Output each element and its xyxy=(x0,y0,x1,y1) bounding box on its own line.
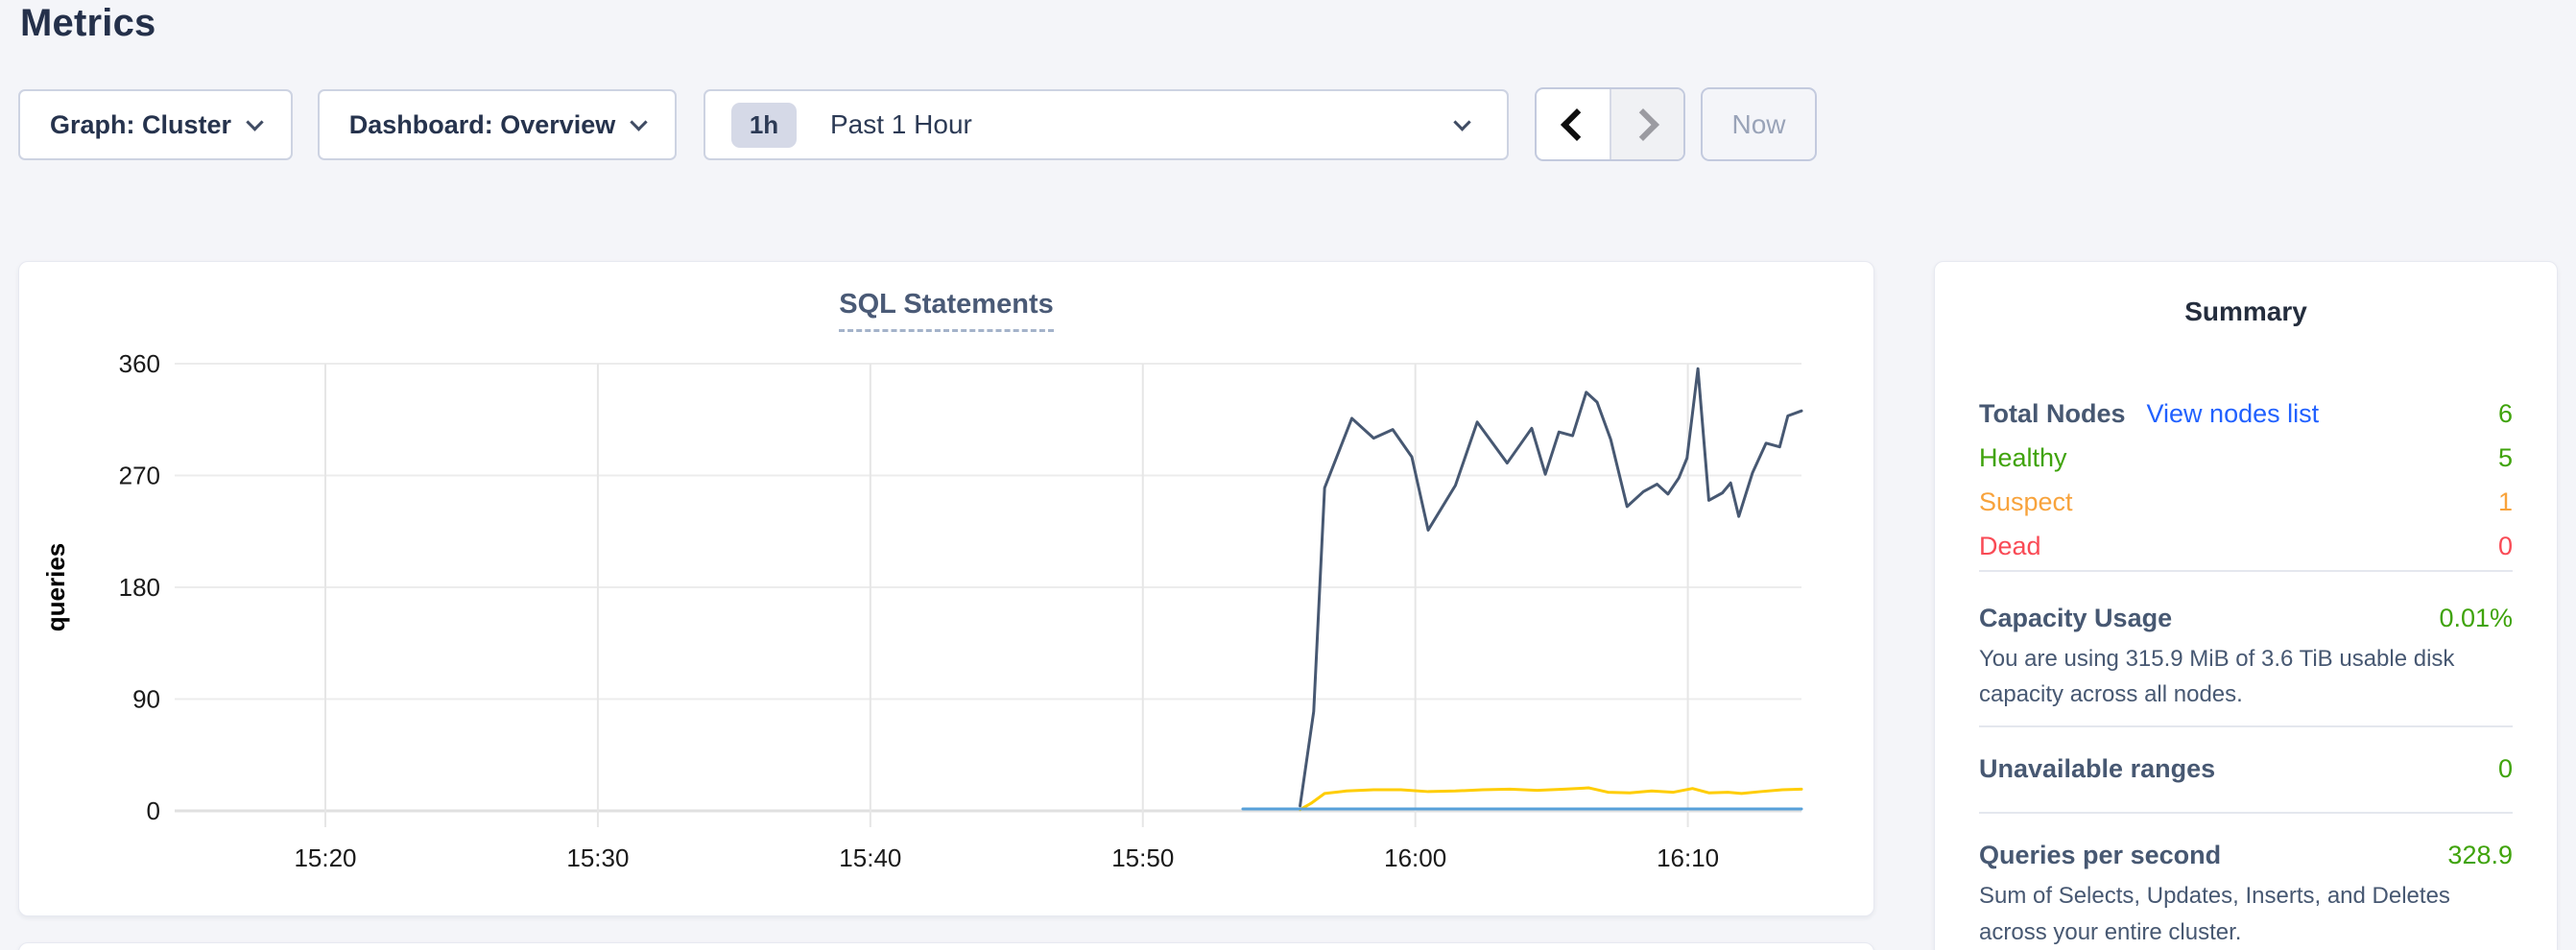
time-range-badge: 1h xyxy=(731,103,797,148)
dashboard-dropdown[interactable]: Dashboard: Overview xyxy=(318,89,677,160)
summary-title: Summary xyxy=(1979,297,2513,327)
svg-text:360: 360 xyxy=(119,349,160,378)
next-chart-card xyxy=(18,942,1874,950)
unavailable-ranges-value: 0 xyxy=(2498,754,2513,784)
chevron-left-icon xyxy=(1561,108,1593,141)
unavailable-ranges-row: Unavailable ranges 0 xyxy=(1979,754,2513,784)
capacity-usage-row: Capacity Usage 0.01% xyxy=(1979,604,2513,633)
dead-nodes-row: Dead 0 xyxy=(1979,524,2513,568)
svg-text:15:20: 15:20 xyxy=(294,843,356,872)
svg-text:0: 0 xyxy=(147,796,160,825)
healthy-label: Healthy xyxy=(1979,443,2067,473)
svg-text:16:10: 16:10 xyxy=(1657,843,1719,872)
graph-dropdown[interactable]: Graph: Cluster xyxy=(18,89,293,160)
capacity-usage-description: You are using 315.9 MiB of 3.6 TiB usabl… xyxy=(1979,641,2513,712)
sql-statements-chart-plot[interactable]: 0 90 180 270 360 15:20 15:30 15:40 15:50 16:00 16:… xyxy=(19,262,1875,917)
dead-label: Dead xyxy=(1979,532,2041,561)
dead-value: 0 xyxy=(2498,532,2513,561)
dashboard-dropdown-label: Dashboard: Overview xyxy=(349,110,616,140)
sql-statements-chart-card: SQL Statements 09018027036015:2015:3015:… xyxy=(18,261,1874,916)
page-title: Metrics xyxy=(20,2,155,45)
total-nodes-value: 6 xyxy=(2498,399,2513,429)
divider xyxy=(1979,812,2513,814)
queries-per-second-row: Queries per second 328.9 xyxy=(1979,841,2513,870)
chevron-down-icon xyxy=(631,113,648,131)
divider xyxy=(1979,570,2513,572)
unavailable-ranges-label: Unavailable ranges xyxy=(1979,754,2215,784)
chevron-down-icon xyxy=(1453,113,1470,131)
suspect-label: Suspect xyxy=(1979,487,2073,517)
queries-per-second-value: 328.9 xyxy=(2447,841,2513,870)
queries-per-second-description: Sum of Selects, Updates, Inserts, and De… xyxy=(1979,878,2513,949)
svg-text:queries: queries xyxy=(41,543,70,632)
total-nodes-row: Total Nodes View nodes list 6 xyxy=(1979,392,2513,436)
svg-text:16:00: 16:00 xyxy=(1384,843,1446,872)
divider xyxy=(1979,725,2513,727)
summary-panel: Summary Total Nodes View nodes list 6 He… xyxy=(1934,261,2558,950)
time-range-label: Past 1 Hour xyxy=(830,109,972,140)
time-range-selector[interactable]: 1h Past 1 Hour xyxy=(704,89,1509,160)
next-time-button[interactable] xyxy=(1610,89,1684,159)
svg-text:15:30: 15:30 xyxy=(566,843,629,872)
suspect-value: 1 xyxy=(2498,487,2513,517)
suspect-nodes-row: Suspect 1 xyxy=(1979,480,2513,524)
now-button[interactable]: Now xyxy=(1701,87,1817,161)
capacity-usage-label: Capacity Usage xyxy=(1979,604,2172,633)
graph-dropdown-label: Graph: Cluster xyxy=(50,110,231,140)
time-pager xyxy=(1535,87,1685,161)
view-nodes-list-link[interactable]: View nodes list xyxy=(2147,399,2320,429)
queries-per-second-label: Queries per second xyxy=(1979,841,2221,870)
chevron-right-icon xyxy=(1627,108,1659,141)
svg-text:180: 180 xyxy=(119,573,160,602)
svg-text:270: 270 xyxy=(119,462,160,490)
svg-text:15:50: 15:50 xyxy=(1111,843,1174,872)
capacity-usage-value: 0.01% xyxy=(2439,604,2513,633)
total-nodes-label: Total Nodes xyxy=(1979,399,2126,429)
svg-text:15:40: 15:40 xyxy=(839,843,901,872)
prev-time-button[interactable] xyxy=(1537,89,1610,159)
chevron-down-icon xyxy=(246,113,263,131)
svg-text:90: 90 xyxy=(132,685,160,714)
healthy-value: 5 xyxy=(2498,443,2513,473)
healthy-nodes-row: Healthy 5 xyxy=(1979,436,2513,480)
